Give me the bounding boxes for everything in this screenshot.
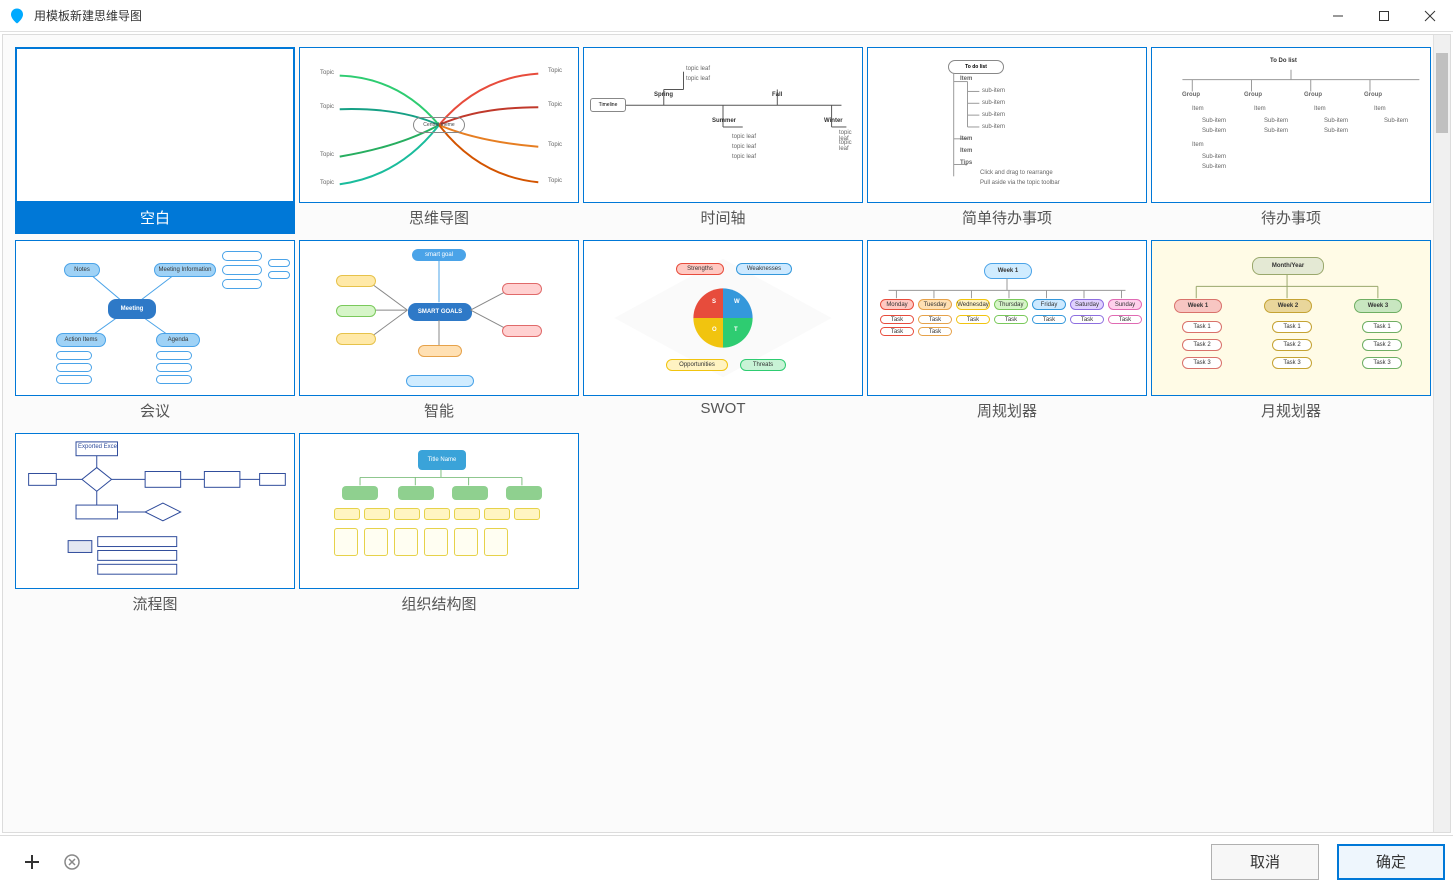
template-smart-label: 智能 xyxy=(299,396,579,427)
template-swot[interactable]: S W O T Strengths Weaknesses Opportuniti… xyxy=(583,240,863,427)
template-mindmap-label: 思维导图 xyxy=(299,203,579,234)
maximize-button[interactable] xyxy=(1361,0,1407,32)
template-month-plan[interactable]: Month/Year Week 1 Week 2 Week 3 Task 1 xyxy=(1151,240,1431,427)
template-simple-todo-thumb: To do list Item xyxy=(867,47,1147,203)
template-week-plan-label: 周规划器 xyxy=(867,396,1147,427)
template-simple-todo[interactable]: To do list Item xyxy=(867,47,1147,234)
template-todo[interactable]: To Do list Group Group Group Group xyxy=(1151,47,1431,234)
template-smart[interactable]: smart goal SMART GOALS xyxy=(299,240,579,427)
template-swot-label: SWOT xyxy=(583,396,863,423)
titlebar: 用模板新建思维导图 xyxy=(0,0,1453,32)
template-week-plan[interactable]: Week 1 Monday T xyxy=(867,240,1147,427)
window-title: 用模板新建思维导图 xyxy=(34,7,142,24)
scrollbar-thumb[interactable] xyxy=(1436,53,1448,133)
template-month-plan-label: 月规划器 xyxy=(1151,396,1431,427)
vertical-scrollbar[interactable] xyxy=(1433,35,1450,832)
close-button[interactable] xyxy=(1407,0,1453,32)
template-timeline-thumb: Timeline Spring Summer Fall Winter topic… xyxy=(583,47,863,203)
template-orgchart-label: 组织结构图 xyxy=(299,589,579,620)
template-flowchart-label: 流程图 xyxy=(15,589,295,620)
template-mindmap-thumb: Central theme Topic Topic Topic Topic To… xyxy=(299,47,579,203)
template-blank[interactable]: 空白 xyxy=(15,47,295,234)
add-template-button[interactable] xyxy=(18,848,46,876)
template-flowchart-thumb: Exported Excel xyxy=(15,433,295,589)
template-blank-label: 空白 xyxy=(15,203,295,234)
cancel-button[interactable]: 取消 xyxy=(1211,844,1319,880)
template-week-plan-thumb: Week 1 Monday T xyxy=(867,240,1147,396)
template-todo-label: 待办事项 xyxy=(1151,203,1431,234)
mindmap-center-node: Central theme xyxy=(413,117,465,133)
template-flowchart[interactable]: Exported Excel 流程图 xyxy=(15,433,295,620)
template-simple-todo-label: 简单待办事项 xyxy=(867,203,1147,234)
template-meeting-thumb: Meeting Meeting Information Notes Action… xyxy=(15,240,295,396)
template-todo-thumb: To Do list Group Group Group Group xyxy=(1151,47,1431,203)
template-timeline-label: 时间轴 xyxy=(583,203,863,234)
ok-button[interactable]: 确定 xyxy=(1337,844,1445,880)
window-controls xyxy=(1315,0,1453,32)
template-grid-wrap: 空白 xyxy=(3,35,1433,832)
template-blank-thumb xyxy=(15,47,295,203)
template-grid: 空白 xyxy=(15,47,1421,620)
template-mindmap[interactable]: Central theme Topic Topic Topic Topic To… xyxy=(299,47,579,234)
template-smart-thumb: smart goal SMART GOALS xyxy=(299,240,579,396)
template-orgchart-thumb: Title Name xyxy=(299,433,579,589)
delete-template-button[interactable] xyxy=(58,848,86,876)
minimize-button[interactable] xyxy=(1315,0,1361,32)
template-meeting-label: 会议 xyxy=(15,396,295,427)
footer: 取消 确定 xyxy=(0,835,1453,887)
content-area: 空白 xyxy=(2,34,1451,833)
template-orgchart[interactable]: Title Name xyxy=(299,433,579,620)
template-timeline[interactable]: Timeline Spring Summer Fall Winter topic… xyxy=(583,47,863,234)
template-swot-thumb: S W O T Strengths Weaknesses Opportuniti… xyxy=(583,240,863,396)
app-icon xyxy=(8,7,26,25)
template-month-plan-thumb: Month/Year Week 1 Week 2 Week 3 Task 1 xyxy=(1151,240,1431,396)
template-meeting[interactable]: Meeting Meeting Information Notes Action… xyxy=(15,240,295,427)
